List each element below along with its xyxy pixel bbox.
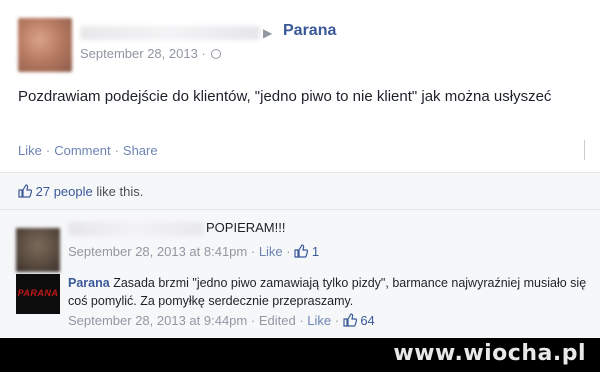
post-date[interactable]: September 28, 2013 · bbox=[80, 46, 221, 61]
commenter-avatar[interactable] bbox=[16, 228, 60, 272]
watermark-bar: www.wiocha.pl bbox=[0, 338, 600, 372]
likes-summary-bar: 27 people like this. bbox=[0, 172, 600, 210]
likes-summary: 27 people like this. bbox=[18, 184, 143, 199]
likes-count-link[interactable]: 27 people bbox=[36, 184, 93, 199]
comment-date[interactable]: September 28, 2013 at 8:41pm bbox=[68, 244, 247, 259]
separator-dot: · bbox=[334, 313, 343, 328]
comment-link[interactable]: Comment bbox=[54, 143, 110, 158]
comment-like-count[interactable]: 1 bbox=[312, 244, 319, 259]
thumbs-up-icon bbox=[343, 313, 357, 327]
reply-like-link[interactable]: Like bbox=[307, 313, 331, 328]
reply-text: Zasada brzmi "jedno piwo zamawiają tylko… bbox=[68, 276, 587, 308]
reply-like-count[interactable]: 64 bbox=[360, 313, 374, 328]
comment-like-link[interactable]: Like bbox=[259, 244, 283, 259]
parana-avatar[interactable]: PARANA bbox=[16, 274, 60, 314]
post-card: ▶ Parana September 28, 2013 · Pozdrawiam… bbox=[0, 0, 600, 180]
scroll-edge bbox=[584, 140, 594, 160]
likes-suffix: like this. bbox=[92, 184, 144, 199]
site-watermark: www.wiocha.pl bbox=[393, 341, 586, 366]
poster-avatar[interactable] bbox=[18, 18, 72, 72]
comments-section: POPIERAM!!! September 28, 2013 at 8:41pm… bbox=[0, 210, 600, 338]
post-text: Pozdrawiam podejście do klientów, "jedno… bbox=[18, 88, 552, 105]
page-name-link[interactable]: Parana bbox=[283, 22, 336, 40]
post-date-text[interactable]: September 28, 2013 · bbox=[80, 46, 206, 61]
separator-dot: · bbox=[45, 143, 51, 158]
thumbs-up-icon bbox=[18, 184, 33, 198]
separator-dot: · bbox=[250, 244, 259, 259]
blurred-poster-name bbox=[80, 26, 260, 40]
arrow-right-icon: ▶ bbox=[263, 26, 273, 40]
blurred-commenter-name bbox=[68, 222, 204, 236]
separator-dot: · bbox=[250, 313, 259, 328]
comment-meta: September 28, 2013 at 8:41pm · Like · 1 bbox=[68, 244, 319, 259]
edited-label[interactable]: Edited bbox=[259, 313, 296, 328]
globe-icon bbox=[210, 49, 221, 59]
reply-comment: Parana Zasada brzmi "jedno piwo zamawiaj… bbox=[68, 274, 596, 310]
thumbs-up-icon bbox=[294, 244, 309, 258]
separator-dot: · bbox=[114, 143, 119, 158]
share-link[interactable]: Share bbox=[123, 143, 158, 158]
separator-dot: · bbox=[286, 244, 295, 259]
reply-author-link[interactable]: Parana bbox=[68, 276, 110, 290]
like-link[interactable]: Like bbox=[18, 143, 42, 158]
post-actions: Like · Comment · Share bbox=[18, 143, 158, 158]
comment-text: POPIERAM!!! bbox=[206, 220, 286, 235]
reply-meta: September 28, 2013 at 9:44pm · Edited · … bbox=[68, 313, 375, 328]
reply-date[interactable]: September 28, 2013 at 9:44pm bbox=[68, 313, 247, 328]
parana-logo: PARANA bbox=[17, 288, 59, 298]
